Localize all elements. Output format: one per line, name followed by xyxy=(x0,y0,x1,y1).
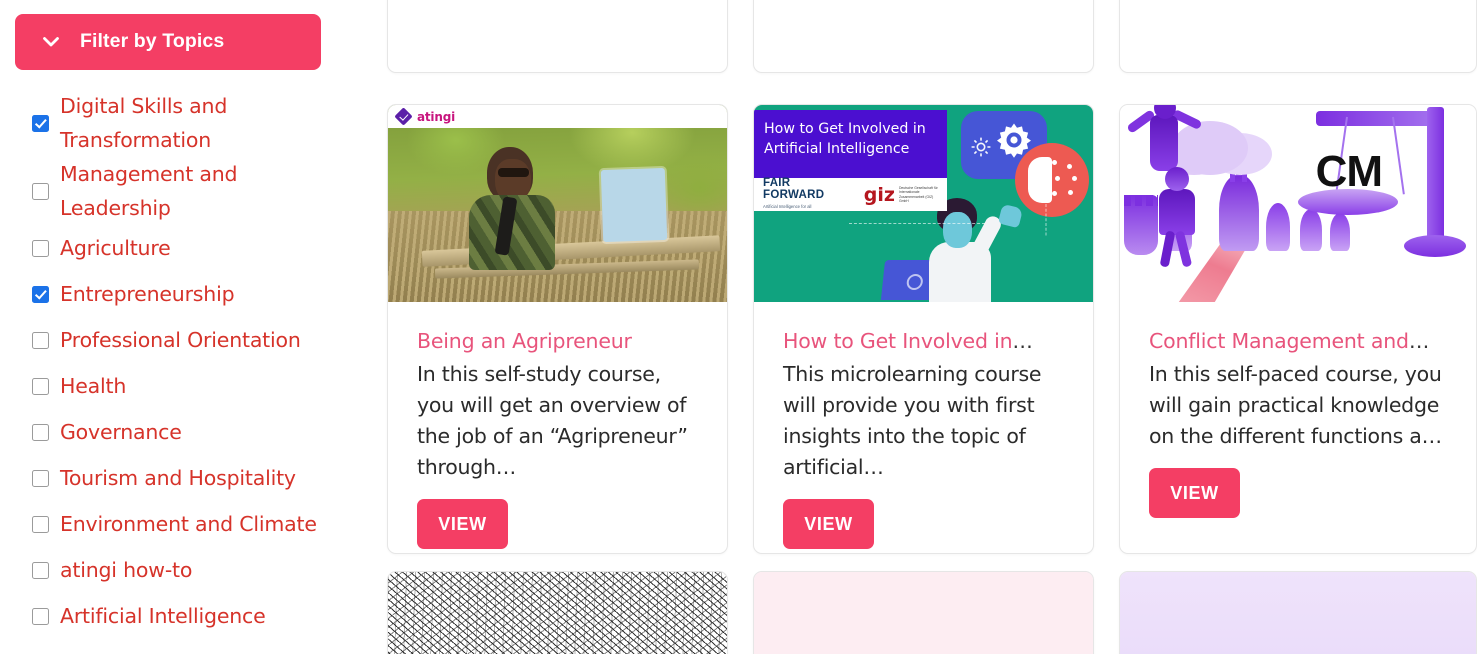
atingi-wordmark: atingi xyxy=(417,109,455,124)
course-title-text: Being an Agripreneur xyxy=(417,329,632,353)
course-card[interactable]: GPP xyxy=(1119,571,1477,654)
chevron-down-icon xyxy=(41,32,61,52)
topic-item-governance[interactable]: Governance xyxy=(16,409,380,455)
filter-by-topics-label: Filter by Topics xyxy=(80,30,225,53)
topic-label: Environment and Climate xyxy=(60,512,317,536)
course-thumbnail: GPP xyxy=(1120,572,1476,654)
fair-forward-tagline: Artificial Intelligence for all xyxy=(763,203,812,209)
course-card-grid: VIEW VIEW VIEW xyxy=(387,0,1477,654)
course-description: In this self-paced course, you will gain… xyxy=(1149,362,1442,448)
ai-course-cover-illustration: How to Get Involved in Artificial Intell… xyxy=(754,105,1093,302)
checkbox-unchecked-icon[interactable] xyxy=(32,182,49,200)
course-title-text: How to Get Involved in xyxy=(783,329,1013,353)
cover-partner-logos: FAIR FORWARD Artificial Intelligence for… xyxy=(754,177,948,213)
topic-item-digital-skills-and-transformation[interactable]: Digital Skills and Transformation xyxy=(16,89,380,157)
topic-item-atingi-how-to[interactable]: atingi how-to xyxy=(16,547,380,593)
topic-item-professional-orientation[interactable]: Professional Orientation xyxy=(16,317,380,363)
topic-item-artificial-intelligence[interactable]: Artificial Intelligence xyxy=(16,593,380,639)
topic-item-environment-and-climate[interactable]: Environment and Climate xyxy=(16,501,380,547)
conflict-management-illustration: CM xyxy=(1120,105,1476,302)
card-body: How to Get Involved in… This microlearni… xyxy=(754,329,1093,549)
walking-person-figure xyxy=(1153,166,1201,268)
field-photo-illustration xyxy=(388,105,727,302)
course-description: In this self-study course, you will get … xyxy=(417,362,688,479)
person-figure xyxy=(469,146,556,270)
topic-label: Management and Leadership xyxy=(60,162,238,220)
topic-label: Tourism and Hospitality xyxy=(60,466,296,490)
course-description: This microlearning course will provide y… xyxy=(783,362,1042,479)
checkbox-unchecked-icon[interactable] xyxy=(32,561,49,579)
chess-king-shape xyxy=(1219,161,1259,251)
checkbox-checked-icon[interactable] xyxy=(32,285,49,303)
topic-item-tourism-and-hospitality[interactable]: Tourism and Hospitality xyxy=(16,455,380,501)
topics-filter-sidebar: Filter by Topics Digital Skills and Tran… xyxy=(0,0,380,654)
gpp-illustration: GPP xyxy=(1120,572,1476,654)
course-title[interactable]: How to Get Involved in… xyxy=(783,329,1064,353)
checkbox-unchecked-icon[interactable] xyxy=(32,239,49,257)
laptop-shape xyxy=(600,167,667,243)
giz-logo: giz Deutsche Gesellschaft für Internatio… xyxy=(863,183,938,206)
topic-label: Governance xyxy=(60,420,182,444)
giz-subtitle: Deutsche Gesellschaft für Internationale… xyxy=(898,185,938,203)
title-ellipsis: … xyxy=(1408,329,1430,353)
course-catalogue-page: Filter by Topics Digital Skills and Tran… xyxy=(0,0,1477,654)
gear-small-icon xyxy=(969,135,993,159)
cover-headline: How to Get Involved in Artificial Intell… xyxy=(754,110,948,178)
topic-item-agriculture[interactable]: Agriculture xyxy=(16,225,380,271)
checkbox-unchecked-icon[interactable] xyxy=(32,377,49,395)
topic-label: Agriculture xyxy=(60,236,171,260)
course-card[interactable]: VIEW xyxy=(387,0,728,73)
course-title[interactable]: Conflict Management and… xyxy=(1149,329,1447,353)
course-thumbnail: atingi xyxy=(388,105,727,302)
atingi-diamond-check-icon xyxy=(394,107,413,126)
course-card-being-an-agripreneur[interactable]: atingi Being an Agripreneur In this self… xyxy=(387,104,728,554)
course-card[interactable] xyxy=(753,571,1094,654)
pink-slide-illustration xyxy=(754,572,1093,654)
atingi-logo: atingi xyxy=(388,105,727,128)
view-button[interactable]: VIEW xyxy=(417,499,508,549)
checkbox-unchecked-icon[interactable] xyxy=(32,607,49,625)
topic-label: Health xyxy=(60,374,127,398)
card-body: Being an Agripreneur In this self-study … xyxy=(388,329,727,549)
filter-by-topics-header[interactable]: Filter by Topics xyxy=(15,14,321,70)
course-thumbnail xyxy=(388,572,727,654)
village-sketch-illustration xyxy=(388,572,727,654)
topic-label: Entrepreneurship xyxy=(60,282,235,306)
course-thumbnail xyxy=(754,572,1093,654)
course-card[interactable]: VIEW xyxy=(1119,0,1477,73)
course-card-how-to-get-involved-in-ai[interactable]: How to Get Involved in Artificial Intell… xyxy=(753,104,1094,554)
checkbox-unchecked-icon[interactable] xyxy=(32,469,49,487)
course-card[interactable] xyxy=(387,571,728,654)
title-ellipsis: … xyxy=(1012,329,1033,353)
checkbox-unchecked-icon[interactable] xyxy=(32,331,49,349)
course-monogram: CM xyxy=(1315,147,1383,196)
course-title-text: Conflict Management and xyxy=(1149,329,1409,353)
giz-wordmark: giz xyxy=(863,183,895,206)
course-thumbnail: CM xyxy=(1120,105,1476,302)
course-card[interactable]: VIEW xyxy=(753,0,1094,73)
topic-label: Professional Orientation xyxy=(60,328,301,352)
course-card-conflict-management[interactable]: CM Conflict Management and… In this self… xyxy=(1119,104,1477,554)
topic-label: atingi how-to xyxy=(60,558,193,582)
card-body: Conflict Management and… In this self-pa… xyxy=(1120,329,1476,518)
checkbox-checked-icon[interactable] xyxy=(32,114,49,132)
fair-forward-logo: FAIR FORWARD Artificial Intelligence for… xyxy=(763,177,842,213)
topic-item-health[interactable]: Health xyxy=(16,363,380,409)
topic-checkbox-list: Digital Skills and Transformation Manage… xyxy=(15,89,380,639)
course-thumbnail: How to Get Involved in Artificial Intell… xyxy=(754,105,1093,302)
topic-item-management-and-leadership[interactable]: Management and Leadership xyxy=(16,157,380,225)
view-button[interactable]: VIEW xyxy=(783,499,874,549)
topic-item-entrepreneurship[interactable]: Entrepreneurship xyxy=(16,271,380,317)
checkbox-unchecked-icon[interactable] xyxy=(32,515,49,533)
view-button[interactable]: VIEW xyxy=(1149,468,1240,518)
topic-label: Artificial Intelligence xyxy=(60,604,266,628)
course-title[interactable]: Being an Agripreneur xyxy=(417,329,698,353)
checkbox-unchecked-icon[interactable] xyxy=(32,423,49,441)
topic-label: Digital Skills and Transformation xyxy=(60,94,228,152)
